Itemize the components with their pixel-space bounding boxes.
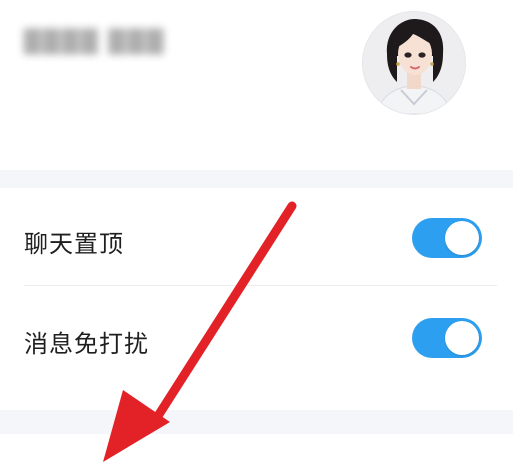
avatar[interactable] <box>362 11 466 115</box>
chat-settings-screen: ████ ███ 聊天置顶 消息免打扰 <box>0 0 513 470</box>
pin-chat-toggle[interactable] <box>412 218 482 258</box>
settings-row-pin-chat[interactable]: 聊天置顶 <box>0 188 513 284</box>
pin-chat-label: 聊天置顶 <box>24 230 124 258</box>
profile-header: ████ ███ <box>0 0 513 168</box>
bottom-area <box>0 434 513 470</box>
settings-row-do-not-disturb[interactable]: 消息免打扰 <box>0 288 513 384</box>
section-divider-bottom <box>0 410 513 434</box>
contact-name-blurred: ████ ███ <box>24 30 166 55</box>
toggle-knob <box>445 321 479 355</box>
do-not-disturb-label: 消息免打扰 <box>24 330 149 358</box>
toggle-knob <box>445 221 479 255</box>
row-separator <box>24 285 497 286</box>
do-not-disturb-toggle[interactable] <box>412 318 482 358</box>
profile-avatar <box>363 12 465 114</box>
section-divider-top <box>0 170 513 188</box>
